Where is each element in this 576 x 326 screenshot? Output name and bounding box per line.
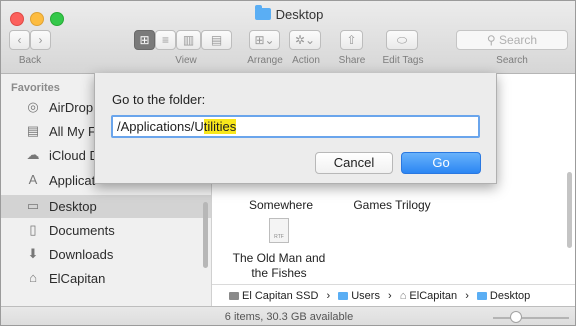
title-bar: Desktop ‹ › Back ⊞ ≡ ▥ ▤ View ⊞⌄ Arrange… bbox=[1, 1, 575, 74]
chevron-right-icon: › bbox=[38, 33, 43, 47]
go-to-folder-dialog: Go to the folder: /Applications/Utilitie… bbox=[94, 73, 497, 184]
tag-icon: ⬭ bbox=[396, 33, 408, 47]
path-separator: › bbox=[326, 290, 331, 302]
path-item-home[interactable]: ElCapitan bbox=[409, 290, 457, 302]
home-icon: ⌂ bbox=[29, 270, 37, 285]
sidebar-section-title: Favorites bbox=[11, 82, 60, 94]
sidebar-item-label: ElCapitan bbox=[49, 271, 106, 286]
cloud-icon: ☁ bbox=[26, 147, 40, 162]
desktop-folder-icon bbox=[476, 292, 487, 300]
icon-size-slider-knob[interactable] bbox=[510, 311, 522, 323]
documents-icon: ▯ bbox=[29, 222, 37, 237]
file-item-somewhere[interactable]: Somewhere bbox=[236, 198, 326, 212]
edit-tags-button[interactable]: ⬭ bbox=[386, 30, 418, 50]
content-scrollbar[interactable] bbox=[567, 172, 572, 248]
forward-button[interactable]: › bbox=[30, 30, 51, 50]
arrange-button[interactable]: ⊞⌄ bbox=[249, 30, 280, 50]
applications-icon: A bbox=[28, 172, 38, 187]
path-autocomplete-highlight: tilities bbox=[203, 119, 237, 134]
file-item-old-man[interactable]: The Old Man and the Fishes bbox=[224, 251, 334, 281]
arrange-label: Arrange bbox=[247, 55, 283, 66]
icon-grid-icon: ⊞ bbox=[139, 33, 150, 47]
path-item-desktop[interactable]: Desktop bbox=[490, 290, 530, 302]
cover-flow-icon: ▤ bbox=[210, 33, 223, 47]
sidebar-item-documents[interactable]: ▯ Documents bbox=[1, 219, 211, 242]
arrange-grid-icon: ⊞⌄ bbox=[254, 33, 275, 47]
icon-view-button[interactable]: ⊞ bbox=[134, 30, 155, 50]
path-item-drive[interactable]: El Capitan SSD bbox=[242, 290, 318, 302]
rtf-icon-label: RTF bbox=[274, 234, 284, 240]
airdrop-icon: ◎ bbox=[27, 99, 39, 114]
search-label: Search bbox=[496, 55, 528, 66]
path-separator: › bbox=[388, 290, 392, 302]
finder-window: Desktop ‹ › Back ⊞ ≡ ▥ ▤ View ⊞⌄ Arrange… bbox=[0, 0, 576, 326]
list-view-button[interactable]: ≡ bbox=[155, 30, 176, 50]
action-button[interactable]: ✲⌄ bbox=[289, 30, 321, 50]
gear-icon: ✲⌄ bbox=[294, 33, 316, 47]
status-text: 6 items, 30.3 GB available bbox=[224, 311, 354, 323]
search-placeholder: Search bbox=[499, 33, 538, 47]
share-label: Share bbox=[338, 55, 366, 66]
list-icon: ≡ bbox=[161, 33, 169, 47]
rtf-document-icon[interactable]: RTF bbox=[269, 218, 289, 243]
search-icon: ⚲ bbox=[486, 33, 500, 47]
sidebar-item-elcapitan[interactable]: ⌂ ElCapitan bbox=[1, 267, 211, 290]
folder-icon bbox=[254, 5, 271, 20]
sidebar-item-label: Applicat bbox=[49, 173, 96, 188]
path-bar: El Capitan SSD › Users › ⌂ ElCapitan › De… bbox=[212, 284, 575, 306]
status-bar: 6 items, 30.3 GB available bbox=[1, 306, 575, 325]
dialog-prompt: Go to the folder: bbox=[112, 92, 206, 107]
sidebar-item-label: Desktop bbox=[49, 199, 97, 214]
all-my-files-icon: ▤ bbox=[26, 123, 40, 138]
desktop-folder-icon: ▭ bbox=[26, 198, 40, 213]
column-view-button[interactable]: ▥ bbox=[176, 30, 201, 50]
action-label: Action bbox=[292, 55, 320, 66]
sidebar-item-label: Downloads bbox=[49, 247, 114, 262]
sidebar-item-label: AirDrop bbox=[49, 100, 94, 115]
file-item-games-trilogy[interactable]: Games Trilogy bbox=[342, 198, 442, 212]
file-name-line: The Old Man and bbox=[232, 251, 326, 265]
drive-icon bbox=[229, 292, 239, 300]
icon-size-slider[interactable] bbox=[493, 317, 569, 319]
sidebar-item-desktop[interactable]: ▭ Desktop bbox=[1, 195, 211, 218]
window-title: Desktop bbox=[1, 5, 575, 22]
go-button[interactable]: Go bbox=[401, 152, 481, 174]
sidebar-scrollbar[interactable] bbox=[203, 202, 208, 268]
folder-path-input[interactable]: /Applications/Utilities bbox=[111, 115, 480, 138]
sidebar-item-label: iCloud D bbox=[49, 148, 99, 163]
cancel-button[interactable]: Cancel bbox=[315, 152, 393, 174]
search-field[interactable]: ⚲ Search bbox=[456, 30, 568, 50]
path-separator: › bbox=[465, 290, 469, 302]
view-label: View bbox=[175, 55, 197, 66]
cover-flow-button[interactable]: ▤ bbox=[201, 30, 232, 50]
sidebar-item-label: Documents bbox=[49, 223, 115, 238]
share-button[interactable]: ⇧ bbox=[340, 30, 363, 50]
columns-icon: ▥ bbox=[182, 33, 195, 47]
chevron-left-icon: ‹ bbox=[17, 33, 22, 47]
file-name-line: the Fishes bbox=[251, 266, 307, 280]
share-icon: ⇧ bbox=[346, 33, 357, 47]
back-label: Back bbox=[18, 55, 42, 66]
path-text: /Applications/U bbox=[117, 119, 204, 134]
home-icon: ⌂ bbox=[399, 290, 407, 302]
edit-tags-label: Edit Tags bbox=[382, 55, 424, 66]
sidebar-item-label: All My F bbox=[49, 124, 96, 139]
back-button[interactable]: ‹ bbox=[9, 30, 30, 50]
sidebar-item-downloads[interactable]: ⬇ Downloads bbox=[1, 243, 211, 266]
users-folder-icon bbox=[338, 292, 349, 300]
window-title-text: Desktop bbox=[275, 7, 324, 22]
downloads-icon: ⬇ bbox=[27, 246, 39, 261]
path-item-users[interactable]: Users bbox=[351, 290, 380, 302]
